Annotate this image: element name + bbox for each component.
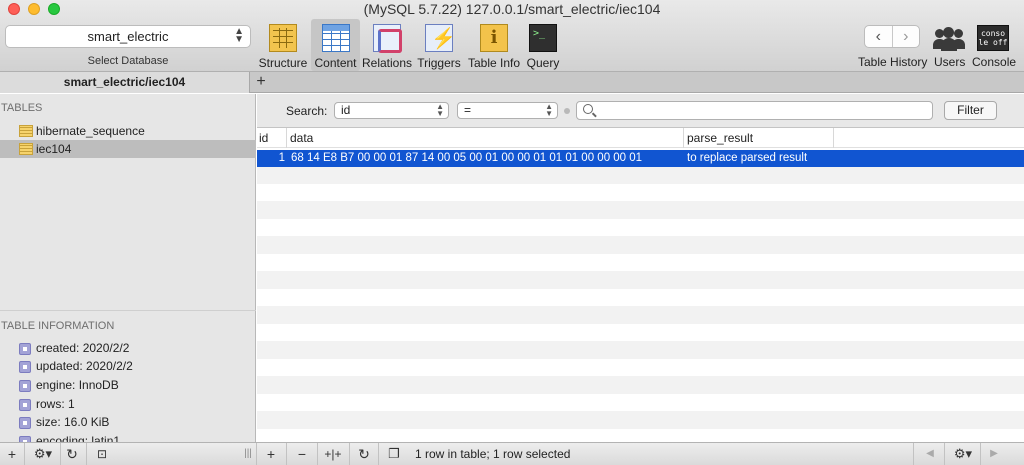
refresh-tables-icon[interactable]: ↻	[63, 443, 81, 465]
table-row[interactable]: 1 68 14 E8 B7 00 00 01 87 14 00 05 00 01…	[257, 150, 1024, 167]
sidebar-resize-handle[interactable]: |||	[243, 443, 253, 465]
gear-menu-icon[interactable]: ⚙▾	[30, 443, 56, 465]
refresh-content-icon[interactable]: ↻	[355, 443, 373, 465]
search-operator-select[interactable]: = ▲ ▼	[457, 102, 558, 119]
info-item-updated: updated: 2020/2/2	[0, 357, 256, 375]
add-table-button[interactable]: +	[4, 443, 20, 465]
search-input[interactable]	[576, 101, 933, 120]
add-tab-button[interactable]: +	[251, 72, 271, 93]
structure-icon	[269, 24, 297, 52]
filter-button[interactable]: Filter	[944, 101, 997, 120]
database-select[interactable]: smart_electric ▲ ▼	[5, 25, 251, 48]
console-icon[interactable]: conso le off	[977, 25, 1009, 51]
info-item-label: updated: 2020/2/2	[36, 359, 133, 373]
search-field-value: id	[341, 103, 351, 117]
structure-tool-label: Structure	[258, 56, 308, 70]
remove-row-button[interactable]: −	[293, 443, 311, 465]
history-nav: ‹ ›	[864, 25, 920, 48]
updown-chevron-icon: ▲ ▼	[436, 102, 444, 118]
column-header-parse-result[interactable]: parse_result	[685, 128, 834, 148]
add-row-button[interactable]: +	[262, 443, 280, 465]
sidebar: TABLES hibernate_sequence iec104 TABLE I…	[0, 94, 256, 442]
updown-chevron-icon: ▲ ▼	[234, 26, 244, 45]
relations-icon	[373, 24, 402, 53]
cell-parse-result[interactable]: to replace parsed result	[687, 150, 807, 167]
column-header-id[interactable]: id	[257, 128, 287, 148]
info-item-label: size: 16.0 KiB	[36, 415, 110, 429]
back-chevron-icon[interactable]: ‹	[865, 26, 892, 47]
info-item-created: created: 2020/2/2	[0, 339, 256, 357]
table-item-iec104[interactable]: iec104	[0, 140, 256, 158]
table-item-label: hibernate_sequence	[36, 124, 145, 138]
terminal-icon	[529, 24, 557, 52]
triggers-icon	[425, 24, 456, 52]
search-operator-value: =	[464, 103, 472, 117]
triggers-tool-button[interactable]: Triggers	[416, 19, 462, 71]
content-table-icon	[321, 24, 350, 52]
relations-tool-button[interactable]: Relations	[362, 19, 412, 71]
argument-dot-icon	[564, 108, 570, 114]
content-tool-label: Content	[314, 56, 357, 70]
database-select-label: Select Database	[87, 55, 169, 67]
toolbar: (MySQL 5.7.22) 127.0.0.1/smart_electric/…	[0, 0, 1024, 72]
table-info-tool-label: Table Info	[467, 56, 521, 70]
table-info-tool-button[interactable]: Table Info	[467, 19, 521, 71]
users-icon[interactable]	[933, 27, 965, 51]
tab-bar: smart_electric/iec104 +	[0, 72, 1024, 93]
structure-tool-button[interactable]: Structure	[258, 19, 308, 71]
table-icon	[19, 143, 33, 155]
duplicate-row-button[interactable]: +|+	[322, 443, 344, 465]
table-history-label[interactable]: Table History	[858, 55, 927, 69]
table-information-heading: TABLE INFORMATION	[1, 320, 115, 332]
page-settings-gear-icon[interactable]: ⚙▾	[950, 443, 976, 465]
info-item-label: created: 2020/2/2	[36, 341, 130, 355]
triggers-tool-label: Triggers	[417, 56, 461, 70]
copy-icon[interactable]: ❐	[385, 443, 403, 465]
bottom-bar: + ⚙▾ ↻ ⊡ ||| + − +|+ ↻ ❐ 1 row in table;…	[0, 442, 1024, 465]
cell-data[interactable]: 68 14 E8 B7 00 00 01 87 14 00 05 00 01 0…	[291, 150, 642, 167]
grid-header: id data parse_result	[257, 128, 1024, 148]
sidebar-divider[interactable]	[0, 310, 256, 311]
tables-heading: TABLES	[1, 102, 43, 114]
info-item-label: engine: InnoDB	[36, 378, 119, 392]
window-title: (MySQL 5.7.22) 127.0.0.1/smart_electric/…	[363, 1, 661, 17]
search-label: Search:	[286, 104, 328, 118]
next-page-icon[interactable]: ▶	[987, 443, 1001, 465]
forward-chevron-icon[interactable]: ›	[891, 26, 920, 47]
table-item-label: iec104	[36, 142, 72, 156]
table-icon	[19, 125, 33, 137]
info-item-label: rows: 1	[36, 397, 75, 411]
console-button-label[interactable]: Console	[972, 55, 1016, 69]
previous-page-icon[interactable]: ◀	[923, 443, 937, 465]
content-tool-button[interactable]: Content	[311, 19, 360, 71]
cell-id[interactable]: 1	[257, 150, 285, 167]
info-item-engine: engine: InnoDB	[0, 376, 256, 394]
query-tool-label: Query	[526, 56, 560, 70]
table-item-hibernate-sequence[interactable]: hibernate_sequence	[0, 122, 256, 140]
query-tool-button[interactable]: Query	[524, 19, 562, 71]
info-bullet-icon	[19, 380, 31, 392]
relations-tool-label: Relations	[362, 56, 413, 70]
info-item-size: size: 16.0 KiB	[0, 413, 256, 431]
search-icon	[583, 104, 593, 114]
info-icon	[480, 24, 508, 52]
database-select-value: smart_electric	[87, 29, 169, 44]
info-bullet-icon	[19, 343, 31, 355]
info-bullet-icon	[19, 361, 31, 373]
tab-smart-electric-iec104[interactable]: smart_electric/iec104	[0, 72, 250, 93]
column-header-data[interactable]: data	[288, 128, 684, 148]
info-item-label: encoding: latin1	[36, 434, 121, 442]
info-bullet-icon	[19, 399, 31, 411]
filter-tables-icon[interactable]: ⊡	[93, 443, 111, 465]
filter-bar: Search: id ▲ ▼ = ▲ ▼ Filter	[257, 94, 1024, 128]
info-item-encoding: encoding: latin1	[0, 432, 256, 442]
grid-body[interactable]	[257, 149, 1024, 442]
users-button-label[interactable]: Users	[934, 55, 965, 69]
search-field-select[interactable]: id ▲ ▼	[334, 102, 449, 119]
updown-chevron-icon: ▲ ▼	[545, 102, 553, 118]
info-item-rows: rows: 1	[0, 395, 256, 413]
content-grid: id data parse_result 1 68 14 E8 B7 00 00…	[257, 128, 1024, 442]
status-text: 1 row in table; 1 row selected	[415, 447, 571, 461]
info-bullet-icon	[19, 417, 31, 429]
